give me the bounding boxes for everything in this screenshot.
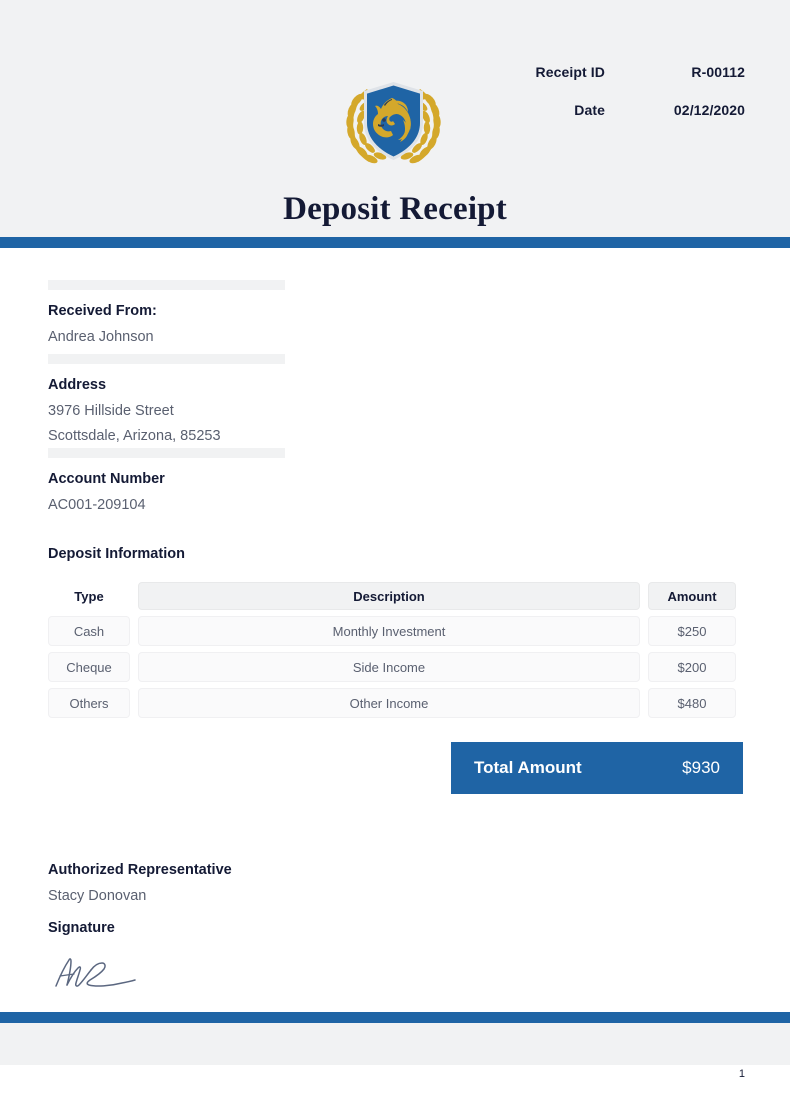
cell-amount: $250 [648,616,736,646]
signature-label: Signature [48,920,115,936]
total-amount-value: $930 [682,758,720,777]
authorized-representative-block: Authorized Representative Stacy Donovan [48,860,232,907]
table-row: Cheque Side Income $200 [48,652,736,682]
account-number-label: Account Number [48,471,165,487]
page-number: 1 [738,1068,745,1080]
authorized-representative-name: Stacy Donovan [48,887,147,904]
deposit-receipt-page: Receipt ID R-00112 Date 02/12/2020 Depos… [0,0,790,1118]
account-number-block: Account Number AC001-209104 [48,448,285,516]
receipt-id-label: Receipt ID [535,64,605,80]
received-from-label: Received From: [48,303,157,319]
cell-type: Cash [48,616,130,646]
address-block: Address 3976 Hillside Street Scottsdale,… [48,354,285,447]
authorized-representative-label: Authorized Representative [48,862,232,878]
total-amount-box: Total Amount $930 [451,742,743,794]
cell-type: Cheque [48,652,130,682]
column-header-type: Type [74,588,104,604]
footer-background-band [0,1023,790,1065]
cell-amount: $480 [648,688,736,718]
section-divider-bar [48,448,285,458]
column-header-amount: Amount [648,582,736,610]
page-title: Deposit Receipt [283,191,507,227]
receipt-id-value: R-00112 [691,64,745,80]
signature-block: Signature [48,918,140,992]
cell-description: Monthly Investment [138,616,640,646]
table-row: Others Other Income $480 [48,688,736,718]
deposit-table: Type Description Amount Cash Monthly Inv… [48,582,736,724]
address-line-2: Scottsdale, Arizona, 85253 [48,427,221,444]
receipt-id-row: Receipt ID R-00112 [470,64,745,102]
received-from-block: Received From: Andrea Johnson [48,280,285,348]
section-divider-bar [48,280,285,290]
section-divider-bar [48,354,285,364]
address-line-1: 3976 Hillside Street [48,402,174,419]
receipt-date-row: Date 02/12/2020 [470,102,745,140]
header-accent-rule [0,237,790,248]
receipt-meta: Receipt ID R-00112 Date 02/12/2020 [470,64,745,140]
total-amount-label: Total Amount [474,758,582,777]
cell-description: Side Income [138,652,640,682]
receipt-date-value: 02/12/2020 [673,102,745,118]
footer-accent-rule [0,1012,790,1023]
cell-amount: $200 [648,652,736,682]
handwritten-signature-icon [48,952,140,992]
shield-lion-laurel-logo-icon [337,76,450,168]
address-label: Address [48,377,107,393]
table-row: Cash Monthly Investment $250 [48,616,736,646]
deposit-information-title: Deposit Information [48,546,185,562]
column-header-description: Description [138,582,640,610]
table-header-row: Type Description Amount [48,582,736,610]
received-from-value: Andrea Johnson [48,328,154,345]
account-number-value: AC001-209104 [48,496,146,513]
receipt-date-label: Date [574,102,605,118]
cell-type: Others [48,688,130,718]
cell-description: Other Income [138,688,640,718]
